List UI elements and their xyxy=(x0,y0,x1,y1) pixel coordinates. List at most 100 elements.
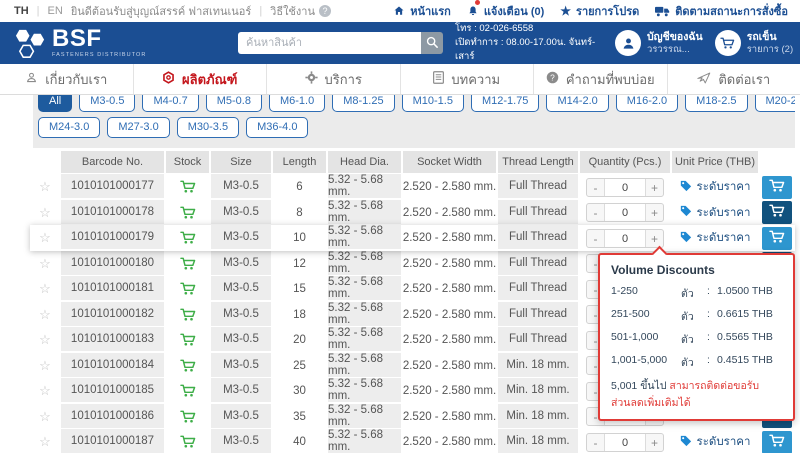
nav-item-3[interactable]: บทความ xyxy=(401,64,535,94)
nav-item-0[interactable]: เกี่ยวกับเรา xyxy=(0,64,134,94)
add-to-cart-button[interactable] xyxy=(762,227,792,250)
length-cell: 8 xyxy=(272,200,327,226)
cart-button[interactable]: รถเข็น รายการ (2) xyxy=(715,30,793,56)
filter-chip-M27-3.0[interactable]: M27-3.0 xyxy=(107,117,169,138)
filter-chip-M18-2.5[interactable]: M18-2.5 xyxy=(685,95,747,112)
discount-tier-row: 501-1,000ตัว:0.5565 THB xyxy=(611,331,783,348)
price-level-link[interactable]: ระดับราคา xyxy=(680,204,751,222)
stock-cart-icon[interactable] xyxy=(180,231,196,245)
search-button[interactable] xyxy=(421,32,443,54)
thread-length-value: Full Thread xyxy=(509,180,567,192)
quantity-cell: -0+ xyxy=(579,174,671,200)
price-level-link[interactable]: ระดับราคา xyxy=(680,178,751,196)
search-input[interactable] xyxy=(238,32,421,54)
utility-link-3[interactable]: ติดตามสถานะการสั่งซื้อ xyxy=(655,2,788,20)
quantity-input[interactable]: 0 xyxy=(604,204,646,221)
filter-chip-M10-1.5[interactable]: M10-1.5 xyxy=(402,95,464,112)
help-label: วิธีใช้งาน xyxy=(270,2,315,20)
stock-cart-icon[interactable] xyxy=(180,333,196,347)
stock-cart-icon[interactable] xyxy=(180,308,196,322)
help-link[interactable]: วิธีใช้งาน ? xyxy=(270,2,331,20)
favorite-star-icon[interactable]: ☆ xyxy=(39,281,51,297)
favorite-star-icon[interactable]: ☆ xyxy=(39,307,51,323)
account-button[interactable]: บัญชีของฉัน วรวรรณ... xyxy=(615,30,703,56)
favorite-star-icon[interactable]: ☆ xyxy=(39,409,51,425)
quantity-plus-button[interactable]: + xyxy=(646,434,663,451)
quantity-input[interactable]: 0 xyxy=(604,434,646,451)
filter-chip-M12-1.75[interactable]: M12-1.75 xyxy=(471,95,539,112)
utility-link-label: รายการโปรด xyxy=(576,2,639,20)
logo-subtitle: FASTENERS DISTRIBUTOR xyxy=(52,53,147,59)
favorite-star-icon[interactable]: ☆ xyxy=(39,434,51,450)
add-to-cart-button[interactable] xyxy=(762,201,792,224)
favorite-star-icon[interactable]: ☆ xyxy=(39,383,51,399)
filter-chip-All[interactable]: All xyxy=(38,95,72,112)
nav-item-label: ผลิตภัณฑ์ xyxy=(182,69,237,90)
stock-cart-icon[interactable] xyxy=(180,257,196,271)
barcode-value: 1010101000178 xyxy=(71,206,154,218)
filter-chip-M16-2.0[interactable]: M16-2.0 xyxy=(616,95,678,112)
nav-item-4[interactable]: ?คำถามที่พบบ่อย xyxy=(534,64,668,94)
filter-chip-M6-1.0[interactable]: M6-1.0 xyxy=(269,95,325,112)
length-cell: 15 xyxy=(272,276,327,302)
length-cell: 6 xyxy=(272,174,327,200)
nav-item-1[interactable]: ผลิตภัณฑ์ xyxy=(134,64,268,94)
filter-chip-M14-2.0[interactable]: M14-2.0 xyxy=(546,95,608,112)
quantity-minus-button[interactable]: - xyxy=(587,204,604,221)
stock-cell xyxy=(165,353,210,379)
quantity-plus-button[interactable]: + xyxy=(646,179,663,196)
length-value: 15 xyxy=(293,283,306,295)
filter-chip-M5-0.8[interactable]: M5-0.8 xyxy=(206,95,262,112)
filter-chip-M24-3.0[interactable]: M24-3.0 xyxy=(38,117,100,138)
nav-item-2[interactable]: บริการ xyxy=(267,64,401,94)
utility-link-1[interactable]: แจ้งเตือน (0) xyxy=(467,2,544,20)
nav-item-5[interactable]: ติดต่อเรา xyxy=(668,64,800,94)
stock-cart-icon[interactable] xyxy=(180,359,196,373)
stock-cart-icon[interactable] xyxy=(180,282,196,296)
divider: | xyxy=(259,5,262,17)
barcode-value: 1010101000186 xyxy=(71,410,154,422)
stock-cart-icon[interactable] xyxy=(180,180,196,194)
size-value: M3-0.5 xyxy=(223,333,259,345)
header-cell-6: Thread Length xyxy=(498,151,578,173)
favorite-star-icon[interactable]: ☆ xyxy=(39,205,51,221)
filter-chip-M20-2.5[interactable]: M20-2.5 xyxy=(755,95,795,112)
favorite-cell: ☆ xyxy=(30,302,60,328)
filter-chip-M8-1.25[interactable]: M8-1.25 xyxy=(332,95,394,112)
quantity-plus-button[interactable]: + xyxy=(646,204,663,221)
favorite-star-icon[interactable]: ☆ xyxy=(39,256,51,272)
price-level-link[interactable]: ระดับราคา xyxy=(680,229,751,247)
stock-cart-icon[interactable] xyxy=(180,410,196,424)
thread-length-cell: Full Thread xyxy=(498,327,578,353)
add-to-cart-button[interactable] xyxy=(762,431,792,453)
stock-cart-icon[interactable] xyxy=(180,384,196,398)
quantity-plus-button[interactable]: + xyxy=(646,230,663,247)
utility-link-0[interactable]: หน้าแรก xyxy=(393,2,451,20)
add-to-cart-button[interactable] xyxy=(762,176,792,199)
bsf-logo[interactable]: BSF FASTENERS DISTRIBUTOR xyxy=(14,27,226,60)
stock-cart-icon[interactable] xyxy=(180,435,196,449)
stock-cart-icon[interactable] xyxy=(180,206,196,220)
opening-hours: เปิดทำการ : 08.00-17.00น. จันทร์-เสาร์ xyxy=(455,36,603,65)
favorite-star-icon[interactable]: ☆ xyxy=(39,230,51,246)
barcode-value: 1010101000183 xyxy=(71,333,154,345)
quantity-minus-button[interactable]: - xyxy=(587,434,604,451)
filter-chip-M4-0.7[interactable]: M4-0.7 xyxy=(142,95,198,112)
quantity-minus-button[interactable]: - xyxy=(587,179,604,196)
quantity-minus-button[interactable]: - xyxy=(587,230,604,247)
lang-th[interactable]: TH xyxy=(14,5,29,17)
price-level-link[interactable]: ระดับราคา xyxy=(680,433,751,451)
socket-width-cell: 2.520 - 2.580 mm. xyxy=(402,327,497,353)
favorite-star-icon[interactable]: ☆ xyxy=(39,179,51,195)
lang-en[interactable]: EN xyxy=(48,5,63,17)
utility-link-2[interactable]: ★รายการโปรด xyxy=(560,2,639,20)
favorite-star-icon[interactable]: ☆ xyxy=(39,358,51,374)
table-row: ☆1010101000178M3-0.585.32 - 5.68 mm.2.52… xyxy=(30,200,795,226)
favorite-star-icon[interactable]: ☆ xyxy=(39,332,51,348)
filter-chip-M30-3.5[interactable]: M30-3.5 xyxy=(177,117,239,138)
quantity-input[interactable]: 0 xyxy=(604,179,646,196)
filter-chip-M36-4.0[interactable]: M36-4.0 xyxy=(246,117,308,138)
filter-chip-M3-0.5[interactable]: M3-0.5 xyxy=(79,95,135,112)
socket-width-cell: 2.520 - 2.580 mm. xyxy=(402,174,497,200)
quantity-input[interactable]: 0 xyxy=(604,230,646,247)
